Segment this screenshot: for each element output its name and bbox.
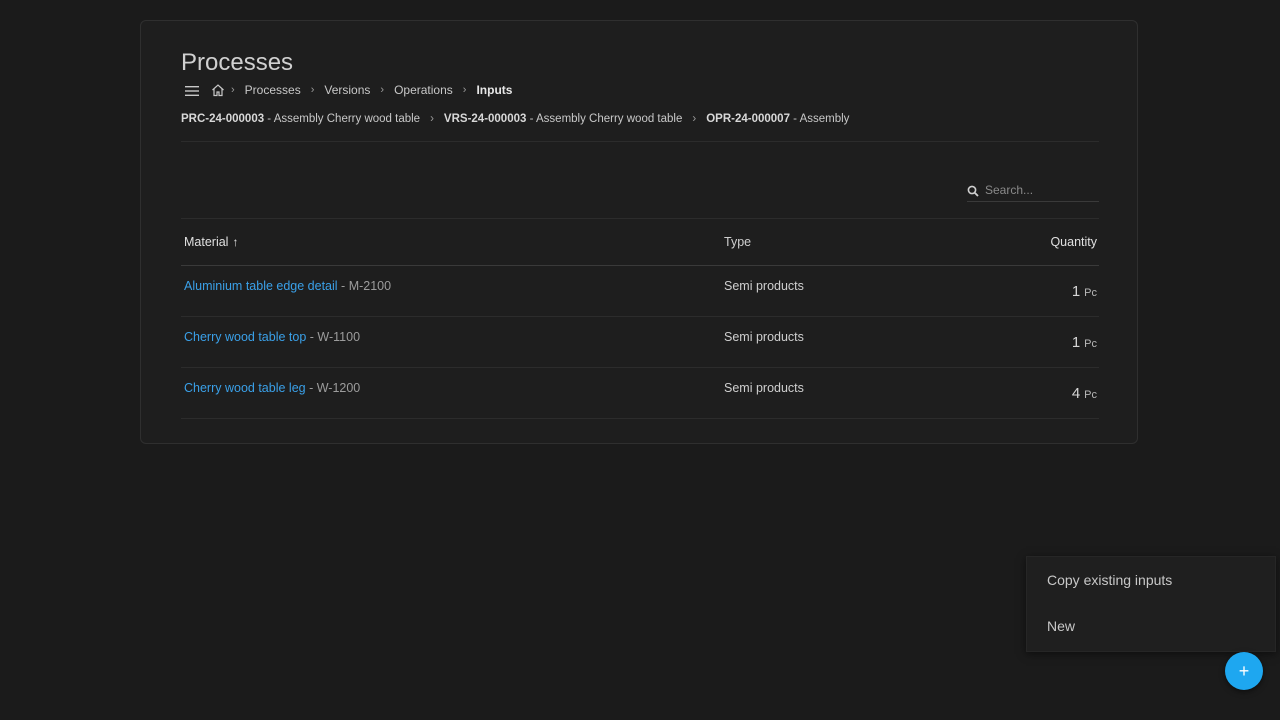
quantity-unit: Pc — [1084, 337, 1097, 350]
quantity-value: 1 — [1071, 333, 1081, 351]
context-process[interactable]: PRC-24-000003 - Assembly Cherry wood tab… — [181, 113, 420, 125]
quantity-cell: 4 Pc — [964, 385, 1099, 402]
context-process-name: Assembly Cherry wood table — [273, 113, 421, 125]
add-options-menu: Copy existing inputs New — [1026, 556, 1276, 652]
plus-icon: + — [1238, 660, 1250, 681]
breadcrumb-processes[interactable]: Processes — [245, 83, 301, 97]
context-version[interactable]: VRS-24-000003 - Assembly Cherry wood tab… — [444, 113, 682, 125]
table-row[interactable]: Cherry wood table top - W-1100 Semi prod… — [181, 317, 1099, 368]
page-title: Processes — [181, 49, 294, 76]
header-divider — [181, 141, 1099, 142]
quantity-cell: 1 Pc — [964, 334, 1099, 351]
chevron-right-icon: › — [692, 113, 697, 125]
material-code: M-2100 — [348, 279, 392, 293]
context-version-code: VRS-24-000003 — [443, 113, 527, 125]
chevron-right-icon: › — [462, 84, 467, 96]
material-code-sep: - — [306, 330, 318, 344]
quantity-unit: Pc — [1084, 286, 1097, 299]
search-icon — [967, 184, 979, 197]
table-row[interactable]: Aluminium table edge detail - M-2100 Sem… — [181, 266, 1099, 317]
column-header-material[interactable]: Material ↑ — [181, 235, 724, 249]
chevron-right-icon: › — [310, 84, 315, 96]
add-button[interactable]: + — [1225, 652, 1263, 690]
breadcrumb-inputs: Inputs — [476, 83, 513, 97]
context-version-name: Assembly Cherry wood table — [536, 113, 683, 125]
type-cell: Semi products — [724, 381, 804, 395]
material-link[interactable]: Cherry wood table leg — [184, 381, 306, 395]
home-icon[interactable] — [211, 83, 225, 97]
table-row[interactable]: Cherry wood table leg - W-1200 Semi prod… — [181, 368, 1099, 419]
material-cell: Aluminium table edge detail - M-2100 — [181, 279, 724, 293]
context-operation-name: Assembly — [799, 113, 850, 125]
context-operation[interactable]: OPR-24-000007 - Assembly — [706, 113, 849, 125]
material-cell: Cherry wood table top - W-1100 — [181, 330, 724, 344]
menu-icon[interactable] — [185, 85, 199, 96]
search-box — [967, 179, 1099, 202]
material-code: W-1100 — [317, 330, 361, 344]
breadcrumb: › Processes › Versions › Operations › In… — [185, 83, 516, 97]
chevron-right-icon: › — [231, 84, 235, 96]
chevron-right-icon: › — [430, 113, 434, 125]
column-header-material-label: Material — [184, 235, 229, 249]
breadcrumb-operations[interactable]: Operations — [394, 83, 453, 97]
quantity-value: 4 — [1071, 384, 1081, 402]
context-process-code: PRC-24-000003 — [181, 113, 265, 125]
column-header-type[interactable]: Type — [724, 235, 964, 249]
chevron-right-icon: › — [380, 84, 385, 96]
quantity-unit: Pc — [1084, 388, 1097, 401]
material-code-sep: - — [305, 381, 317, 395]
material-link[interactable]: Aluminium table edge detail — [184, 279, 338, 293]
type-cell: Semi products — [724, 330, 804, 344]
material-cell: Cherry wood table leg - W-1200 — [181, 381, 724, 395]
quantity-value: 1 — [1071, 282, 1081, 300]
context-path: PRC-24-000003 - Assembly Cherry wood tab… — [181, 113, 849, 125]
context-operation-code: OPR-24-000007 — [706, 113, 790, 125]
menu-item-new[interactable]: New — [1027, 603, 1275, 649]
inputs-table: Material ↑ Type Quantity Aluminium table … — [181, 219, 1099, 419]
material-code-sep: - — [337, 279, 349, 293]
search-input[interactable] — [985, 183, 1095, 197]
table-header-row: Material ↑ Type Quantity — [181, 219, 1099, 266]
material-link[interactable]: Cherry wood table top — [184, 330, 306, 344]
sort-ascending-icon: ↑ — [232, 235, 239, 249]
menu-item-copy-existing-inputs[interactable]: Copy existing inputs — [1027, 557, 1275, 603]
quantity-cell: 1 Pc — [964, 283, 1099, 300]
breadcrumb-versions[interactable]: Versions — [324, 83, 370, 97]
type-cell: Semi products — [724, 279, 804, 293]
processes-card: Processes › Processes › Versions › Opera… — [140, 20, 1138, 444]
material-code: W-1200 — [316, 381, 361, 395]
column-header-quantity[interactable]: Quantity — [964, 235, 1099, 249]
